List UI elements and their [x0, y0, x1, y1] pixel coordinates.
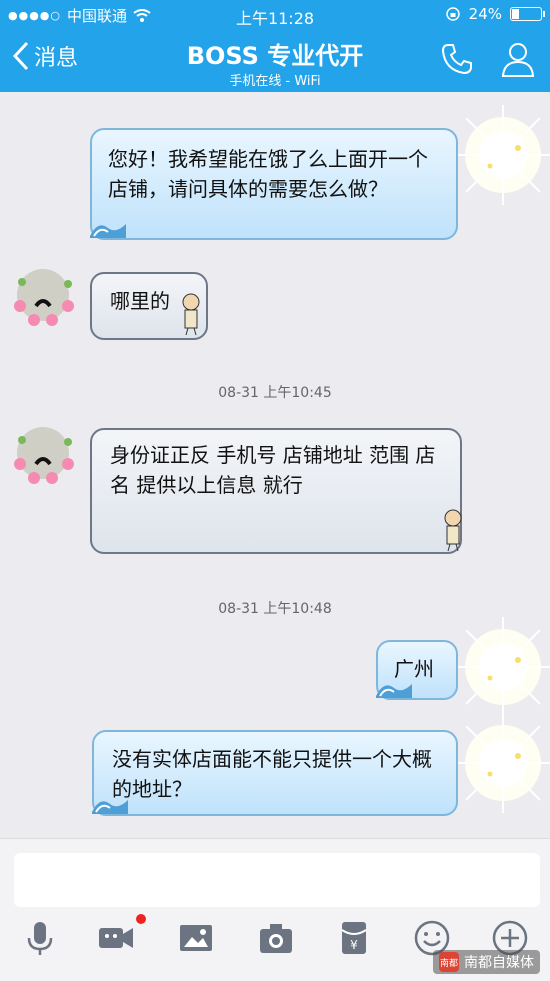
video-call-icon[interactable] [96, 918, 136, 958]
battery-icon [510, 7, 545, 21]
watermark-text: 南都自媒体 [464, 955, 534, 971]
wave-decoration-icon [92, 800, 128, 814]
red-packet-icon[interactable]: ¥ [334, 918, 374, 958]
svg-text:¥: ¥ [350, 938, 358, 952]
message-text: 哪里的 [110, 289, 170, 313]
contact-avatar[interactable] [10, 262, 76, 328]
status-right: 24% [445, 5, 545, 23]
battery-percent: 24% [468, 5, 502, 23]
timestamp: 08-31 上午10:48 [218, 601, 332, 617]
cartoon-character-icon [444, 509, 462, 552]
wave-decoration-icon [376, 684, 412, 698]
cartoon-character-icon [182, 293, 200, 336]
message-text: 您好！我希望能在饿了么上面开一个店铺，请问具体的需要怎么做？ [108, 147, 428, 201]
sender-avatar [453, 713, 550, 813]
message-bubble-outgoing[interactable]: 您好！我希望能在饿了么上面开一个店铺，请问具体的需要怎么做？ [90, 128, 458, 240]
timestamp: 08-31 上午10:45 [218, 385, 332, 401]
phone-icon[interactable] [440, 42, 474, 76]
sender-avatar [453, 105, 550, 205]
contact-avatar[interactable] [10, 420, 76, 486]
chat-header: 消息 BOSS 专业代开 手机在线 - WiFi [0, 28, 550, 92]
image-icon[interactable] [176, 918, 216, 958]
status-bar: ●●●●○ 中国联通 上午11:28 24% [0, 0, 550, 28]
wave-decoration-icon [90, 224, 126, 238]
watermark-logo: 南都 [439, 952, 459, 972]
watermark: 南都 南都自媒体 [433, 950, 540, 974]
message-text: 没有实体店面能不能只提供一个大概的地址？ [112, 747, 432, 801]
sender-avatar [453, 617, 550, 717]
message-bubble-incoming[interactable]: 身份证正反 手机号 店铺地址 范围 店名 提供以上信息 就行 [90, 428, 462, 554]
contact-profile-icon[interactable] [500, 40, 536, 78]
rotation-lock-icon [445, 7, 460, 21]
microphone-icon[interactable] [20, 918, 60, 958]
message-bubble-outgoing[interactable]: 没有实体店面能不能只提供一个大概的地址？ [92, 730, 458, 816]
notification-dot [136, 914, 146, 924]
message-text: 身份证正反 手机号 店铺地址 范围 店名 提供以上信息 就行 [110, 443, 436, 497]
message-input[interactable] [14, 853, 540, 907]
camera-icon[interactable] [256, 918, 296, 958]
